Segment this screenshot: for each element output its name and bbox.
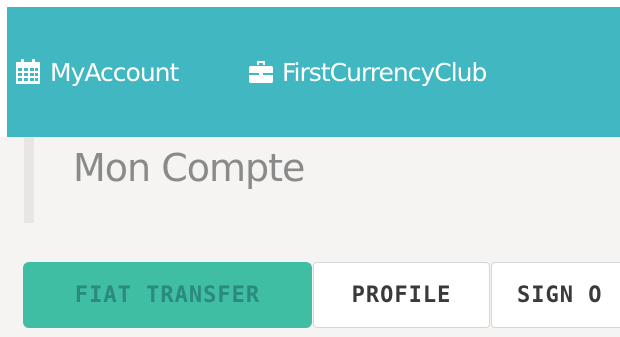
nav-link-firstcurrencyclub[interactable]: FirstCurrencyClub <box>248 7 487 137</box>
calendar-icon <box>15 59 41 85</box>
blockquote-border <box>24 137 34 223</box>
page-title: Mon Compte <box>73 146 305 190</box>
app-frame: MyAccount FirstCurrencyClub Mon Compte F… <box>0 0 620 337</box>
top-navbar: MyAccount FirstCurrencyClub <box>7 7 620 137</box>
nav-link-label: FirstCurrencyClub <box>282 57 487 87</box>
main-content: Mon Compte FIAT TRANSFER PROFILE SIGN O <box>0 137 620 337</box>
briefcase-icon <box>248 59 274 85</box>
tab-sign-out[interactable]: SIGN O <box>491 262 620 328</box>
nav-link-myaccount[interactable]: MyAccount <box>15 7 179 137</box>
nav-link-label: MyAccount <box>50 57 179 87</box>
tab-profile[interactable]: PROFILE <box>313 262 490 328</box>
tab-fiat-transfer[interactable]: FIAT TRANSFER <box>23 262 312 328</box>
